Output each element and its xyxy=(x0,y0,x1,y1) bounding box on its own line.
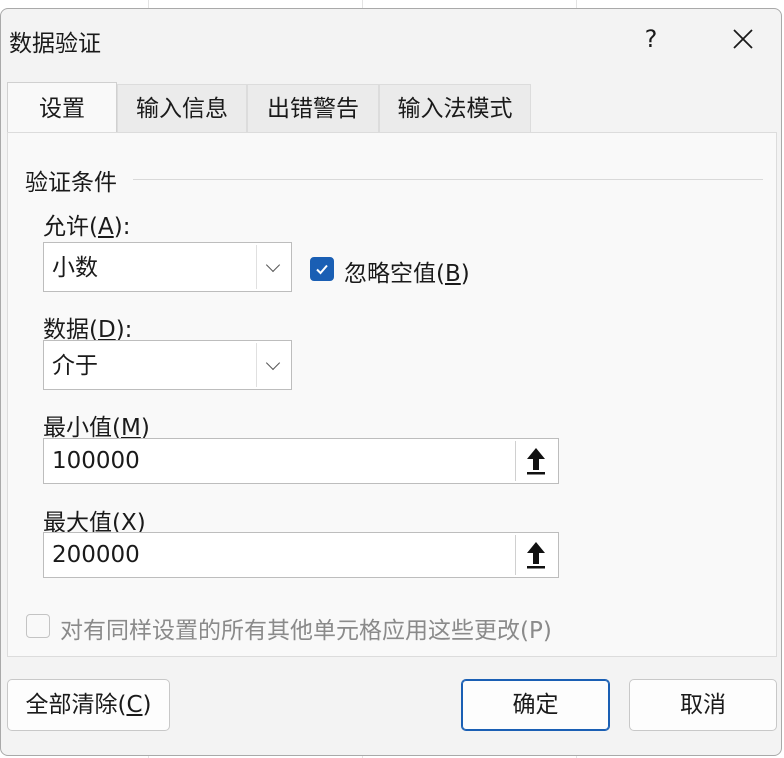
group-divider xyxy=(133,179,763,180)
settings-panel: 验证条件 允许(A): 小数 忽略空值(B) 数据(D): 介于 最小值(M) xyxy=(7,132,777,657)
cancel-button[interactable]: 取消 xyxy=(629,679,777,731)
data-operator-dropdown[interactable]: 介于 xyxy=(43,340,292,390)
dialog-title: 数据验证 xyxy=(9,31,101,57)
data-operator-value: 介于 xyxy=(52,353,98,379)
minimum-input[interactable]: 100000 xyxy=(43,438,559,484)
minimum-label: 最小值(M) xyxy=(43,415,150,441)
title-bar[interactable]: 数据验证 ? xyxy=(1,9,781,69)
ok-button[interactable]: 确定 xyxy=(461,679,610,731)
apply-to-all-label: 对有同样设置的所有其他单元格应用这些更改(P) xyxy=(60,618,552,644)
data-label: 数据(D): xyxy=(43,317,133,343)
close-icon xyxy=(733,29,753,49)
validation-criteria-heading: 验证条件 xyxy=(25,170,117,196)
checkmark-icon xyxy=(316,264,328,275)
allow-value: 小数 xyxy=(52,255,98,281)
arrow-up-icon xyxy=(527,542,545,569)
arrow-up-icon xyxy=(527,448,545,475)
data-operator-dropdown-button[interactable] xyxy=(256,343,289,387)
ignore-blank-label[interactable]: 忽略空值(B) xyxy=(344,254,470,288)
apply-to-all-checkbox[interactable] xyxy=(26,614,50,638)
tab-error-alert[interactable]: 出错警告 xyxy=(247,84,379,132)
maximum-value: 200000 xyxy=(52,542,140,568)
clear-all-button[interactable]: 全部清除(C) xyxy=(7,679,170,731)
minimum-range-select-button[interactable] xyxy=(515,441,556,481)
minimum-value: 100000 xyxy=(52,448,140,474)
tab-input-message[interactable]: 输入信息 xyxy=(117,84,247,132)
allow-dropdown[interactable]: 小数 xyxy=(43,242,292,292)
help-button[interactable]: ? xyxy=(629,19,673,59)
maximum-range-select-button[interactable] xyxy=(515,535,556,575)
maximum-input[interactable]: 200000 xyxy=(43,532,559,578)
allow-label: 允许(A): xyxy=(43,214,131,240)
data-validation-dialog: 数据验证 ? 设置 输入信息 出错警告 输入法模式 验证条件 允许(A): 小数 xyxy=(0,8,782,756)
ignore-blank-checkbox[interactable] xyxy=(310,257,334,281)
tab-ime-mode[interactable]: 输入法模式 xyxy=(379,84,531,132)
chevron-down-icon xyxy=(265,257,281,272)
allow-dropdown-button[interactable] xyxy=(256,245,289,289)
chevron-down-icon xyxy=(265,355,281,370)
tab-settings[interactable]: 设置 xyxy=(7,82,117,132)
close-button[interactable] xyxy=(721,19,765,59)
